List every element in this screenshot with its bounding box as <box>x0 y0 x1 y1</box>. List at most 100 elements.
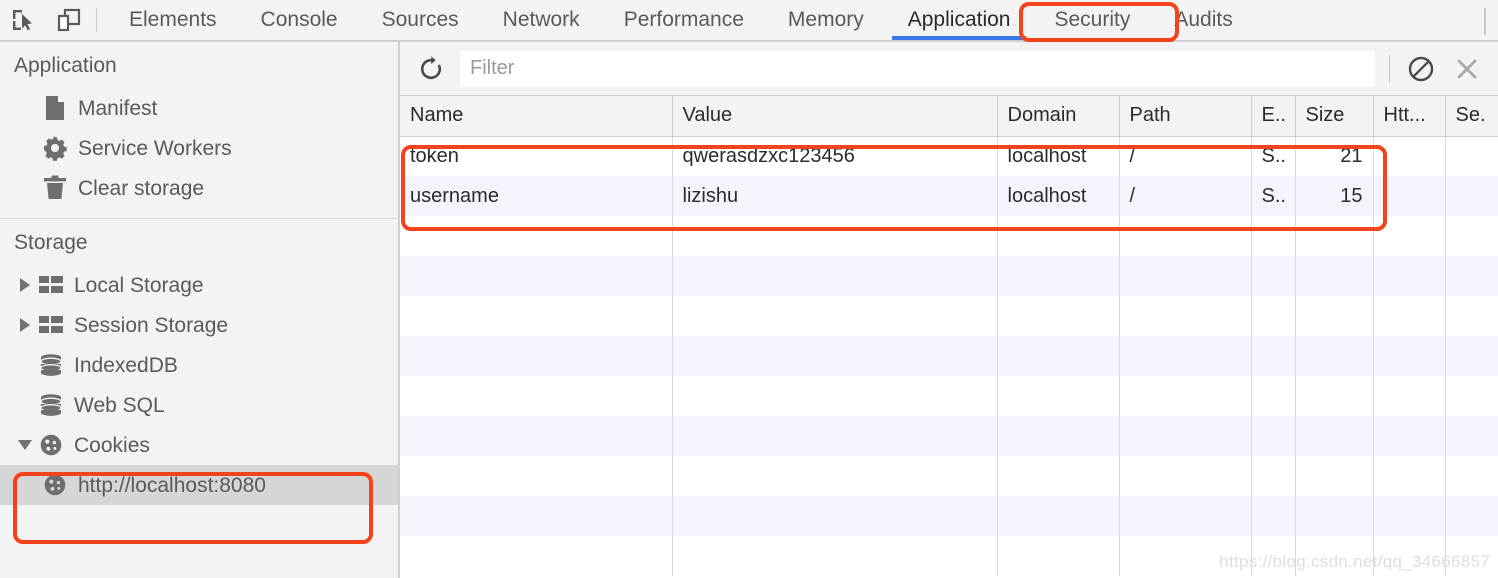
cell-secure <box>1445 136 1498 176</box>
tab-label: Security <box>1054 8 1131 31</box>
sidebar-item-web-sql[interactable]: Web SQL <box>0 385 398 425</box>
search-input[interactable] <box>460 50 1375 87</box>
sidebar-item-label: IndexedDB <box>74 353 178 377</box>
cell-domain: localhost <box>997 176 1120 216</box>
cookie-icon <box>40 473 70 497</box>
sidebar-item-cookie-origin[interactable]: http://localhost:8080 <box>0 465 398 505</box>
tab-audits[interactable]: Audits <box>1152 0 1254 40</box>
tab-label: Audits <box>1174 8 1233 31</box>
gear-icon <box>40 135 70 161</box>
cell-size: 21 <box>1295 136 1374 176</box>
cell-value: lizishu <box>672 176 998 216</box>
cell-value: qwerasdzxc123456 <box>672 136 998 176</box>
trash-icon <box>40 175 70 201</box>
cookies-panel: Name Value Domain Path E.. Size Htt... S… <box>400 42 1498 578</box>
table-empty-row <box>400 376 1498 416</box>
sidebar-item-cookies[interactable]: Cookies <box>0 425 398 465</box>
chevron-right-icon[interactable] <box>14 318 36 332</box>
cell-size: 15 <box>1295 176 1374 216</box>
sidebar-item-label: Service Workers <box>78 136 232 160</box>
tab-label: Application <box>907 8 1011 31</box>
device-toolbar-icon[interactable] <box>46 0 92 40</box>
toolbar-separator <box>96 8 97 32</box>
sidebar-section-storage-title: Storage <box>14 231 88 254</box>
delete-selected-icon[interactable] <box>1444 46 1490 92</box>
cookie-icon <box>36 433 66 457</box>
tab-security[interactable]: Security <box>1032 0 1152 40</box>
sidebar-item-service-workers[interactable]: Service Workers <box>0 128 398 168</box>
table-row[interactable]: username lizishu localhost / S.. 15 <box>400 176 1498 216</box>
cell-name: username <box>400 176 673 216</box>
cookies-table: Name Value Domain Path E.. Size Htt... S… <box>400 96 1498 576</box>
sidebar-item-clear-storage[interactable]: Clear storage <box>0 168 398 208</box>
chevron-down-icon[interactable] <box>14 440 36 450</box>
table-empty-row <box>400 456 1498 496</box>
tab-sources[interactable]: Sources <box>360 0 481 40</box>
sidebar-item-local-storage[interactable]: Local Storage <box>0 265 398 305</box>
sidebar-item-session-storage[interactable]: Session Storage <box>0 305 398 345</box>
column-header-expires[interactable]: E.. <box>1251 96 1296 137</box>
panel-tabs: Elements Console Sources Network Perform… <box>107 0 1255 40</box>
sidebar-item-label: Session Storage <box>74 313 229 337</box>
column-header-domain[interactable]: Domain <box>997 96 1120 137</box>
devtools-tabbar: Elements Console Sources Network Perform… <box>0 0 1498 40</box>
tab-label: Sources <box>381 8 459 31</box>
column-header-name[interactable]: Name <box>400 96 673 137</box>
inspect-element-icon[interactable] <box>0 0 46 40</box>
tab-label: Memory <box>787 8 864 31</box>
cookies-table-container[interactable]: Name Value Domain Path E.. Size Htt... S… <box>400 96 1498 577</box>
sidebar-item-label: http://localhost:8080 <box>78 473 266 497</box>
table-row[interactable]: token qwerasdzxc123456 localhost / S.. 2… <box>400 136 1498 176</box>
table-empty-row <box>400 536 1498 576</box>
table-empty-row <box>400 256 1498 296</box>
cell-httponly <box>1373 176 1446 216</box>
sidebar-item-manifest[interactable]: Manifest <box>0 88 398 128</box>
cookies-toolbar <box>400 42 1498 96</box>
application-sidebar: Application Manifest Service Workers Cle… <box>0 42 398 578</box>
column-header-secure[interactable]: Se. <box>1445 96 1498 137</box>
database-icon <box>36 393 66 417</box>
column-header-value[interactable]: Value <box>672 96 998 137</box>
sidebar-section-application-title: Application <box>14 54 117 77</box>
refresh-icon[interactable] <box>408 46 454 92</box>
sidebar-item-label: Web SQL <box>74 393 165 417</box>
tab-elements[interactable]: Elements <box>107 0 239 40</box>
sidebar-item-label: Clear storage <box>78 176 205 200</box>
cell-domain: localhost <box>997 136 1120 176</box>
tab-console[interactable]: Console <box>239 0 360 40</box>
devtools-window: Elements Console Sources Network Perform… <box>0 0 1498 578</box>
cell-path: / <box>1119 136 1252 176</box>
tabbar-right-separator <box>1484 8 1486 35</box>
clear-all-cookies-icon[interactable] <box>1398 46 1444 92</box>
tab-network[interactable]: Network <box>481 0 602 40</box>
tab-label: Elements <box>129 8 217 31</box>
table-grid-icon <box>36 314 66 336</box>
cell-expires: S.. <box>1251 176 1296 216</box>
sidebar-item-label: Cookies <box>74 433 150 457</box>
cell-name: token <box>400 136 673 176</box>
tab-application[interactable]: Application <box>885 0 1033 40</box>
cell-path: / <box>1119 176 1252 216</box>
table-header-row: Name Value Domain Path E.. Size Htt... S… <box>400 96 1498 137</box>
database-icon <box>36 353 66 377</box>
table-grid-icon <box>36 274 66 296</box>
tab-label: Network <box>502 8 580 31</box>
chevron-right-icon[interactable] <box>14 278 36 292</box>
table-empty-row <box>400 336 1498 376</box>
table-empty-row <box>400 416 1498 456</box>
sidebar-item-label: Manifest <box>78 96 158 120</box>
column-header-httponly[interactable]: Htt... <box>1373 96 1446 137</box>
tab-label: Performance <box>623 8 744 31</box>
cell-secure <box>1445 176 1498 216</box>
table-empty-row <box>400 496 1498 536</box>
table-empty-row <box>400 296 1498 336</box>
manifest-document-icon <box>40 95 70 121</box>
tab-performance[interactable]: Performance <box>602 0 766 40</box>
cell-expires: S.. <box>1251 136 1296 176</box>
column-header-path[interactable]: Path <box>1119 96 1252 137</box>
tab-memory[interactable]: Memory <box>766 0 886 40</box>
column-header-size[interactable]: Size <box>1295 96 1374 137</box>
table-empty-row <box>400 216 1498 256</box>
sidebar-item-indexeddb[interactable]: IndexedDB <box>0 345 398 385</box>
tab-label: Console <box>260 8 338 31</box>
